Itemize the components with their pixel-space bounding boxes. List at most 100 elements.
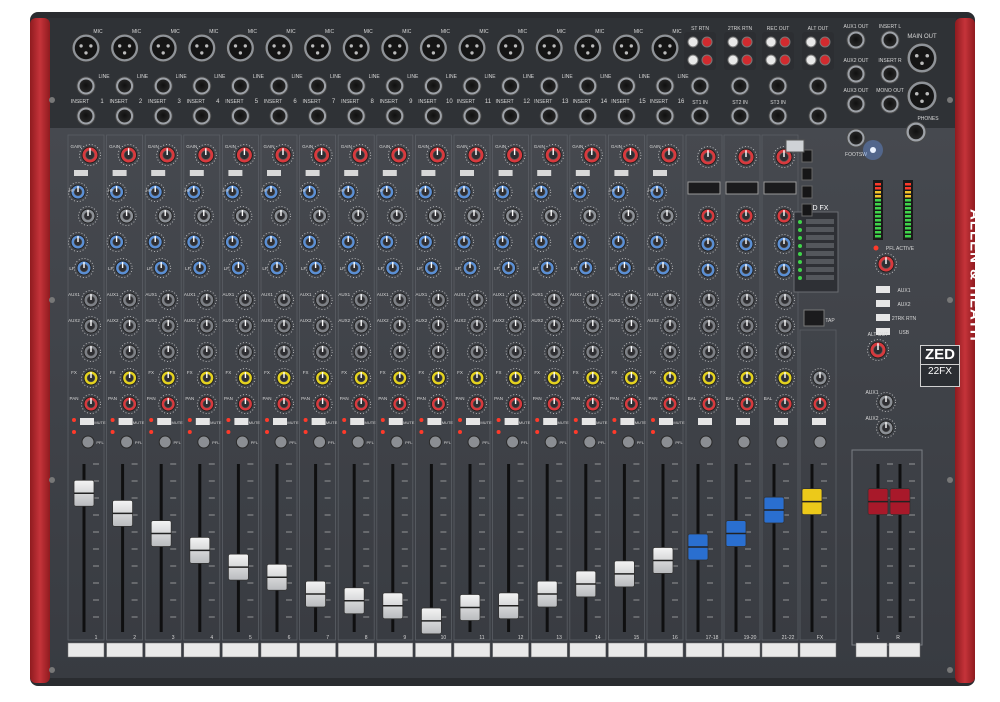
pfl-button[interactable] xyxy=(197,435,211,449)
mic-input-xlr[interactable] xyxy=(110,33,140,63)
line-input-jack[interactable] xyxy=(153,76,173,96)
pfl-button[interactable] xyxy=(390,435,404,449)
pfl-button[interactable] xyxy=(544,435,558,449)
fader-cap[interactable] xyxy=(498,592,520,620)
pfl-button[interactable] xyxy=(775,435,789,449)
mute-switch[interactable] xyxy=(311,418,326,425)
hpf-switch[interactable] xyxy=(189,170,204,176)
line-input-jack[interactable] xyxy=(230,76,250,96)
pfl-button[interactable] xyxy=(737,435,751,449)
hpf-switch[interactable] xyxy=(537,170,552,176)
insert-jack[interactable] xyxy=(346,106,366,126)
stereo-input-jack[interactable] xyxy=(808,76,828,96)
line-input-jack[interactable] xyxy=(501,76,521,96)
fader-cap[interactable] xyxy=(801,488,823,516)
pfl-button[interactable] xyxy=(81,435,95,449)
mute-switch[interactable] xyxy=(581,418,596,425)
mute-switch[interactable] xyxy=(118,418,133,425)
output-jack[interactable] xyxy=(846,94,866,114)
insert-jack[interactable] xyxy=(616,106,636,126)
stereo-input-jack[interactable] xyxy=(768,76,788,96)
line-input-jack[interactable] xyxy=(76,76,96,96)
insert-jack[interactable] xyxy=(76,106,96,126)
hpf-switch[interactable] xyxy=(460,170,474,176)
output-jack[interactable] xyxy=(846,64,866,84)
fader-cap[interactable] xyxy=(575,570,597,598)
rca-jack-white[interactable] xyxy=(805,54,817,66)
stereo-input-jack[interactable] xyxy=(768,106,788,126)
output-jack[interactable] xyxy=(846,30,866,50)
output-jack[interactable] xyxy=(880,30,900,50)
insert-jack[interactable] xyxy=(192,106,212,126)
mute-switch[interactable] xyxy=(350,418,365,425)
hpf-switch[interactable] xyxy=(575,170,590,176)
pfl-button[interactable] xyxy=(506,435,520,449)
fader-cap[interactable] xyxy=(150,520,172,547)
hpf-switch[interactable] xyxy=(305,170,320,176)
stereo-input-jack[interactable] xyxy=(730,106,750,126)
pfl-button[interactable] xyxy=(428,435,442,449)
hpf-switch[interactable] xyxy=(344,170,359,176)
line-input-jack[interactable] xyxy=(192,76,212,96)
output-jack[interactable] xyxy=(880,64,900,84)
insert-jack[interactable] xyxy=(501,106,521,126)
rca-jack-white[interactable] xyxy=(687,54,699,66)
rca-jack-white[interactable] xyxy=(687,36,699,48)
hpf-switch[interactable] xyxy=(382,170,397,176)
pfl-button[interactable] xyxy=(235,435,249,449)
stereo-input-jack[interactable] xyxy=(730,76,750,96)
pfl-button[interactable] xyxy=(813,435,827,449)
fader-cap[interactable] xyxy=(536,580,558,608)
mic-input-xlr[interactable] xyxy=(187,33,217,63)
mic-input-xlr[interactable] xyxy=(380,33,410,63)
rca-jack-red[interactable] xyxy=(741,54,753,66)
rca-jack-red[interactable] xyxy=(701,36,713,48)
mute-switch[interactable] xyxy=(273,418,287,425)
fader-cap[interactable] xyxy=(614,560,635,588)
fader-cap[interactable] xyxy=(420,607,442,635)
line-input-jack[interactable] xyxy=(578,76,598,96)
insert-jack[interactable] xyxy=(308,106,328,126)
pfl-button[interactable] xyxy=(351,435,365,449)
pfl-button[interactable] xyxy=(621,435,635,449)
fader-cap[interactable] xyxy=(266,563,288,591)
pfl-button[interactable] xyxy=(467,435,481,449)
hpf-switch[interactable] xyxy=(151,170,166,176)
line-input-jack[interactable] xyxy=(462,76,482,96)
main-out-l-xlr[interactable] xyxy=(906,42,938,74)
hpf-switch[interactable] xyxy=(74,170,88,176)
fader-cap[interactable] xyxy=(73,479,95,507)
line-input-jack[interactable] xyxy=(308,76,328,96)
insert-jack[interactable] xyxy=(230,106,250,126)
rca-jack-red[interactable] xyxy=(779,54,791,66)
fader-cap[interactable] xyxy=(227,553,249,581)
hpf-switch[interactable] xyxy=(421,170,436,176)
hpf-switch[interactable] xyxy=(112,170,127,176)
line-input-jack[interactable] xyxy=(423,76,443,96)
mic-input-xlr[interactable] xyxy=(611,33,641,63)
insert-jack[interactable] xyxy=(462,106,482,126)
rca-jack-white[interactable] xyxy=(727,36,739,48)
insert-jack[interactable] xyxy=(423,106,443,126)
mute-switch[interactable] xyxy=(234,418,249,425)
monitor-source-button[interactable] xyxy=(876,314,890,321)
fader-cap[interactable] xyxy=(343,587,365,615)
pfl-button[interactable] xyxy=(274,435,288,449)
mute-switch[interactable] xyxy=(157,418,172,425)
mic-input-xlr[interactable] xyxy=(341,33,371,63)
mute-switch[interactable] xyxy=(698,418,712,425)
mic-input-xlr[interactable] xyxy=(573,33,603,63)
hpf-switch[interactable] xyxy=(614,170,629,176)
mute-switch[interactable] xyxy=(812,418,826,425)
mic-input-xlr[interactable] xyxy=(457,33,487,63)
mute-switch[interactable] xyxy=(388,418,403,425)
pfl-button[interactable] xyxy=(660,435,674,449)
mute-switch[interactable] xyxy=(427,418,442,425)
fader-cap[interactable] xyxy=(382,592,404,620)
rca-jack-red[interactable] xyxy=(741,36,753,48)
line-input-jack[interactable] xyxy=(115,76,135,96)
mic-input-xlr[interactable] xyxy=(496,33,526,63)
fader-cap[interactable] xyxy=(189,536,211,564)
pfl-button[interactable] xyxy=(699,435,713,449)
footswitch-jack[interactable] xyxy=(846,128,866,148)
